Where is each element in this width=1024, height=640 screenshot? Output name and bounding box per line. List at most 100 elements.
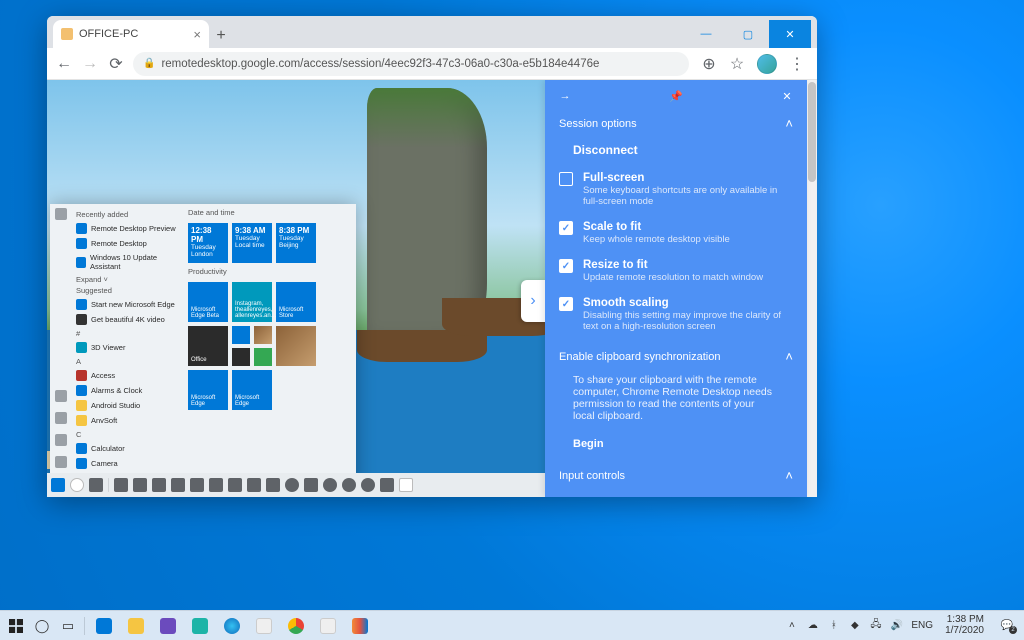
tile-small[interactable]: [232, 348, 250, 366]
nav-reload-icon[interactable]: ⟳: [107, 55, 125, 73]
option-smooth-scaling[interactable]: Smooth scalingDisabling this setting may…: [545, 290, 807, 339]
tray-network-icon[interactable]: 🖧: [869, 619, 882, 632]
nav-forward-icon[interactable]: →: [81, 55, 99, 73]
window-maximize-button[interactable]: ▢: [727, 20, 769, 48]
tile-ms-store[interactable]: Microsoft Store: [276, 282, 316, 322]
tile-pic[interactable]: [254, 326, 272, 344]
app-item[interactable]: Camera: [76, 456, 180, 471]
scrollbar-thumb[interactable]: [808, 82, 816, 182]
checkbox-smooth-scaling[interactable]: [559, 297, 573, 311]
checkbox-scale-to-fit[interactable]: [559, 221, 573, 235]
tile-instagram[interactable]: Instagram, theallenreyes, allenreyes.an…: [232, 282, 272, 322]
clock-tile[interactable]: 8:38 PMTuesdayBeijing: [276, 223, 316, 263]
host-pinned-app[interactable]: [315, 616, 341, 636]
chrome-tab-office-pc[interactable]: OFFICE-PC ×: [53, 20, 209, 48]
host-pinned-app[interactable]: [155, 616, 181, 636]
tile-edge-beta[interactable]: Microsoft Edge Beta: [188, 282, 228, 322]
chrome-menu-icon[interactable]: ⋮: [789, 56, 805, 72]
host-file-explorer-icon[interactable]: [123, 616, 149, 636]
bookmark-star-icon[interactable]: ☆: [729, 56, 745, 72]
clipboard-begin-button[interactable]: Begin: [545, 428, 807, 460]
start-account-icon[interactable]: [55, 390, 67, 402]
app-item[interactable]: Access: [76, 368, 180, 383]
remote-pinned-icon[interactable]: [399, 478, 413, 492]
window-minimize-button[interactable]: —: [685, 20, 727, 48]
start-pictures-icon[interactable]: [55, 434, 67, 446]
tray-onedrive-icon[interactable]: ☁: [806, 619, 819, 632]
letter-c[interactable]: C: [76, 430, 180, 439]
remote-start-button[interactable]: [51, 478, 65, 492]
panel-close-icon[interactable]: ✕: [779, 88, 795, 104]
host-start-button[interactable]: [6, 616, 26, 636]
tile-photo[interactable]: [276, 326, 316, 366]
start-documents-icon[interactable]: [55, 412, 67, 424]
disconnect-button[interactable]: Disconnect: [545, 135, 807, 165]
remote-pinned-icon[interactable]: [247, 478, 261, 492]
ctrl-alt-del-button[interactable]: Press "Ctrl+Alt+Del": [545, 487, 807, 497]
remote-pinned-icon[interactable]: [304, 478, 318, 492]
remote-pinned-icon[interactable]: [266, 478, 280, 492]
app-item[interactable]: Get beautiful 4K video: [76, 312, 180, 327]
checkbox-fullscreen[interactable]: [559, 172, 573, 186]
letter-hash[interactable]: #: [76, 329, 180, 338]
remote-pinned-icon[interactable]: [171, 478, 185, 492]
app-item[interactable]: Remote Desktop Preview: [76, 221, 180, 236]
tray-bluetooth-icon[interactable]: ᚼ: [827, 619, 840, 632]
remote-edge-icon[interactable]: [323, 478, 337, 492]
option-scale-to-fit[interactable]: Scale to fitKeep whole remote desktop vi…: [545, 214, 807, 252]
content-scrollbar[interactable]: [807, 80, 817, 497]
app-item[interactable]: AnvSoft: [76, 413, 180, 428]
start-menu-icon[interactable]: [55, 208, 67, 220]
app-item[interactable]: Windows 10 Update Assistant: [76, 251, 180, 273]
remote-explorer-icon[interactable]: [114, 478, 128, 492]
remote-pinned-icon[interactable]: [190, 478, 204, 492]
host-pinned-app[interactable]: [91, 616, 117, 636]
new-tab-button[interactable]: +: [209, 24, 233, 48]
checkbox-resize-to-fit[interactable]: [559, 259, 573, 273]
tray-app-icon[interactable]: ◆: [848, 619, 861, 632]
clock-tile[interactable]: 12:38 PMTuesdayLondon: [188, 223, 228, 263]
chevron-up-icon[interactable]: ˄: [785, 116, 793, 131]
app-item[interactable]: 3D Viewer: [76, 340, 180, 355]
letter-a[interactable]: A: [76, 357, 180, 366]
host-search-icon[interactable]: ◯: [32, 616, 52, 636]
section-expand[interactable]: Expand ˅: [76, 275, 180, 284]
host-chrome-icon[interactable]: [283, 616, 309, 636]
nav-back-icon[interactable]: ←: [55, 55, 73, 73]
tile-play[interactable]: [254, 348, 272, 366]
app-item[interactable]: Android Studio: [76, 398, 180, 413]
tile-edge[interactable]: Microsoft Edge: [188, 370, 228, 410]
option-fullscreen[interactable]: Full-screenSome keyboard shortcuts are o…: [545, 165, 807, 214]
remote-chrome-icon[interactable]: [285, 478, 299, 492]
tray-volume-icon[interactable]: 🔊: [890, 619, 903, 632]
remote-edge-icon[interactable]: [361, 478, 375, 492]
remote-pinned-icon[interactable]: [209, 478, 223, 492]
tile-mail[interactable]: [232, 326, 250, 344]
app-item[interactable]: Alarms & Clock: [76, 383, 180, 398]
clock-tile[interactable]: 9:38 AMTuesdayLocal time: [232, 223, 272, 263]
chevron-up-icon[interactable]: ˄: [785, 468, 793, 483]
host-edge-icon[interactable]: [219, 616, 245, 636]
host-taskview-icon[interactable]: ▭: [58, 616, 78, 636]
panel-dock-right-icon[interactable]: →: [557, 88, 573, 104]
host-pinned-app[interactable]: [251, 616, 277, 636]
remote-taskview-icon[interactable]: [89, 478, 103, 492]
start-settings-icon[interactable]: [55, 456, 67, 468]
chevron-up-icon[interactable]: ˄: [785, 349, 793, 364]
panel-collapse-handle[interactable]: ›: [521, 280, 545, 322]
address-bar[interactable]: 🔒 remotedesktop.google.com/access/sessio…: [133, 52, 689, 76]
app-item[interactable]: Start new Microsoft Edge: [76, 297, 180, 312]
tile-office[interactable]: Office: [188, 326, 228, 366]
window-close-button[interactable]: ✕: [769, 20, 811, 48]
host-clock[interactable]: 1:38 PM 1/7/2020: [941, 615, 988, 636]
tray-overflow-icon[interactable]: ˄: [785, 619, 798, 632]
tray-language[interactable]: ENG: [911, 620, 933, 631]
remote-pinned-icon[interactable]: [133, 478, 147, 492]
host-pinned-app[interactable]: [187, 616, 213, 636]
option-resize-to-fit[interactable]: Resize to fitUpdate remote resolution to…: [545, 252, 807, 290]
remote-search-icon[interactable]: [70, 478, 84, 492]
action-center-icon[interactable]: 💬2: [996, 617, 1018, 635]
app-item[interactable]: Calculator: [76, 441, 180, 456]
tab-close-icon[interactable]: ×: [193, 27, 201, 42]
remote-pinned-icon[interactable]: [380, 478, 394, 492]
